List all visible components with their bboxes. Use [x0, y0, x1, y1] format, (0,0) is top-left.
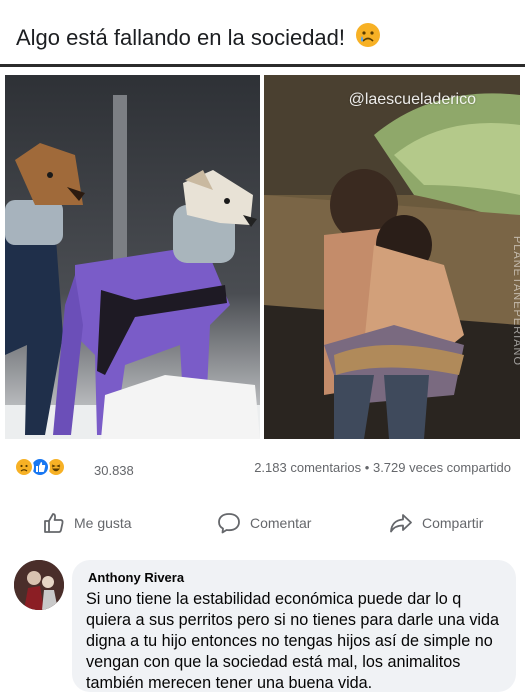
share-label: Compartir	[422, 515, 484, 531]
stats-separator: •	[364, 460, 370, 475]
post-header: Algo está fallando en la sociedad!	[0, 0, 525, 66]
sad-tear-emoji-icon	[355, 22, 381, 54]
comment-button[interactable]: Comentar	[216, 500, 311, 546]
share-count[interactable]: 3.729 veces compartido	[373, 460, 511, 475]
post-actions: Me gusta Comentar Compartir	[0, 500, 525, 546]
like-label: Me gusta	[74, 515, 132, 531]
comment-label: Comentar	[250, 515, 312, 531]
comment-count[interactable]: 2.183 comentarios	[254, 460, 361, 475]
watermark-handle: @laescueladerico	[348, 91, 476, 108]
comment-text: Si uno tiene la estabilidad económica pu…	[86, 590, 500, 692]
post-title-text: Algo está fallando en la sociedad!	[16, 25, 346, 50]
share-button[interactable]: Compartir	[388, 500, 483, 546]
dogs-photo[interactable]	[5, 75, 260, 439]
reaction-count[interactable]: 30.838	[94, 463, 134, 478]
sad-reaction-icon	[14, 457, 34, 477]
post-media[interactable]: @laescueladerico PLANETANEPERIANO	[0, 67, 525, 445]
comment-bubble: Anthony Rivera Si uno tiene la estabilid…	[72, 560, 516, 692]
share-arrow-icon	[388, 511, 414, 535]
thumbs-up-icon	[42, 511, 66, 535]
children-photo[interactable]: @laescueladerico PLANETANEPERIANO	[264, 75, 520, 439]
engagement-stats: 2.183 comentarios • 3.729 veces comparti…	[254, 460, 511, 475]
reaction-stats-row: 30.838 2.183 comentarios • 3.729 veces c…	[0, 454, 525, 484]
vertical-watermark: PLANETANEPERIANO	[510, 235, 520, 367]
comment-bubble-icon	[216, 511, 242, 535]
post-title: Algo está fallando en la sociedad!	[16, 22, 381, 54]
comment-item: Anthony Rivera Si uno tiene la estabilid…	[14, 560, 516, 692]
comment-author[interactable]: Anthony Rivera	[88, 570, 502, 585]
commenter-avatar[interactable]	[14, 560, 64, 610]
like-button[interactable]: Me gusta	[42, 500, 132, 546]
